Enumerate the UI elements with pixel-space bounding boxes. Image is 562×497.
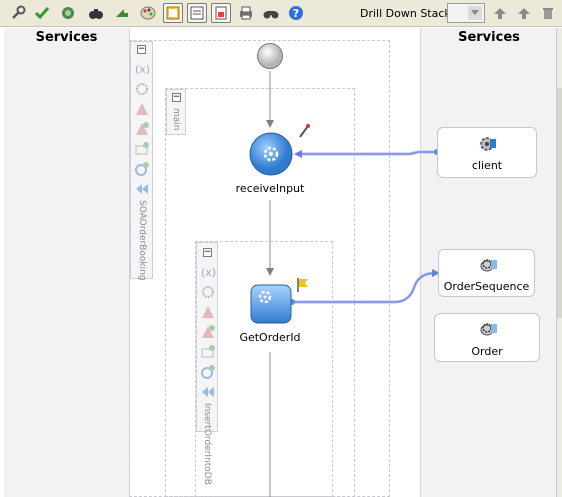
service-label: OrderSequence — [443, 280, 530, 293]
service-card-order[interactable]: Order — [434, 313, 540, 362]
ordersequence-partner-link[interactable] — [293, 269, 440, 303]
service-label: client — [471, 159, 503, 172]
getorderid-activity-icon[interactable] — [250, 284, 292, 324]
database-gear-icon — [480, 323, 497, 336]
receive-activity-label: receiveInput — [235, 182, 305, 195]
service-card-client[interactable]: client — [437, 127, 537, 178]
start-node[interactable] — [256, 42, 284, 70]
pencil-icon[interactable] — [297, 123, 311, 139]
flag-icon[interactable] — [296, 277, 310, 293]
service-label: Order — [471, 345, 503, 358]
database-gear-icon — [480, 259, 497, 272]
service-card-ordersequence[interactable]: OrderSequence — [438, 249, 535, 297]
receive-activity-icon[interactable] — [248, 131, 294, 177]
gear-icon — [480, 137, 496, 151]
getorderid-activity-label: GetOrderId — [239, 331, 301, 344]
